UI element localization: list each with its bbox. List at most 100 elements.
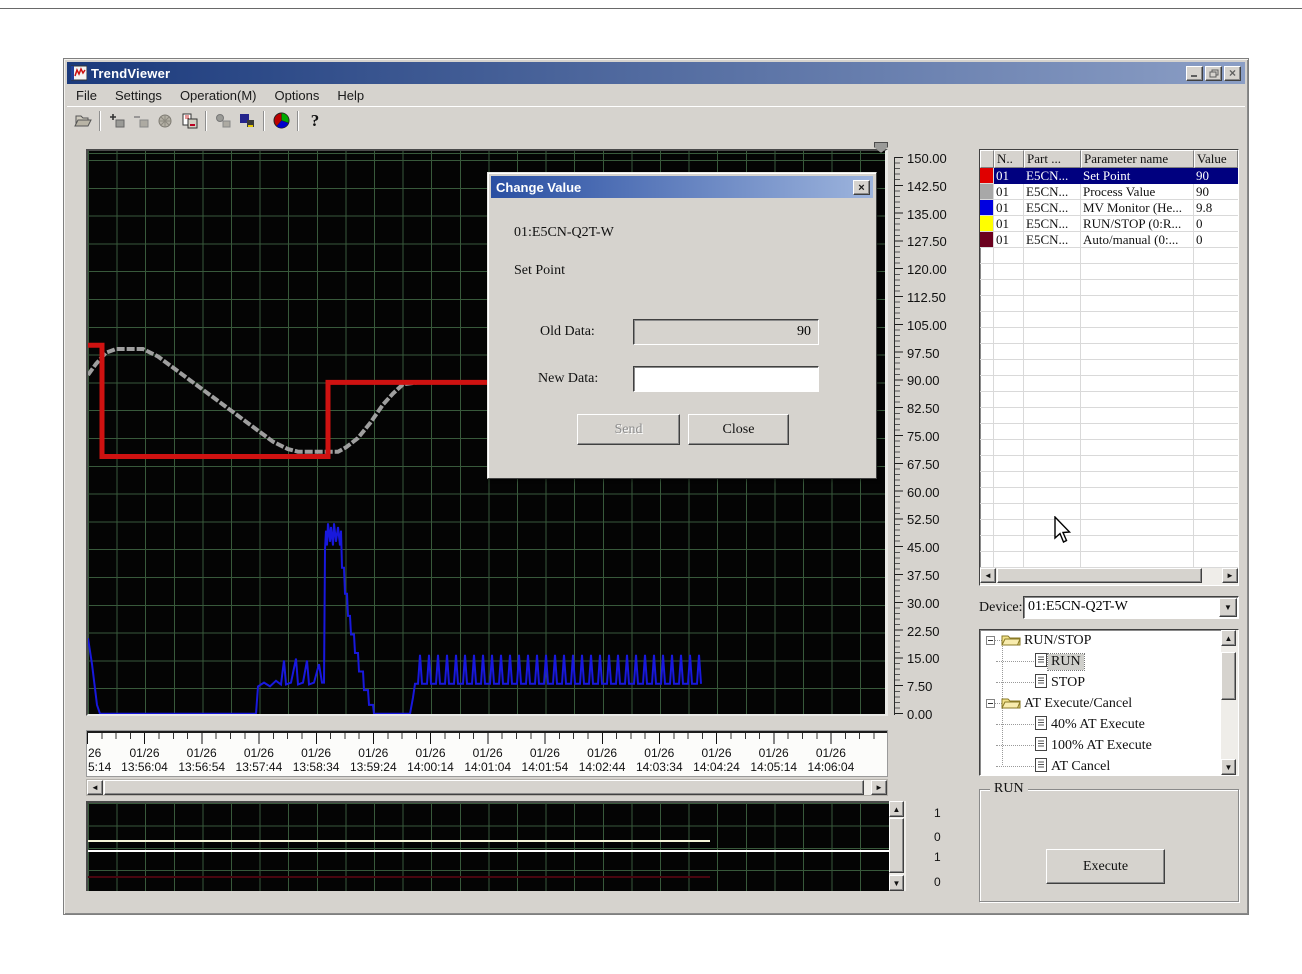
tree-item-stop[interactable]: STOP <box>980 672 1238 693</box>
time-axis-label: 01/2614:00:14 <box>401 746 461 774</box>
copy-data-icon[interactable] <box>177 110 201 132</box>
table-cell <box>1194 504 1238 520</box>
table-row[interactable] <box>980 360 1238 376</box>
close-button[interactable]: × <box>1224 66 1241 81</box>
table-cell <box>994 328 1024 344</box>
table-row[interactable] <box>980 536 1238 552</box>
scroll-right-arrow[interactable]: ► <box>871 780 887 795</box>
table-cell <box>1194 296 1238 312</box>
point-display-icon[interactable] <box>211 110 235 132</box>
table-row[interactable] <box>980 472 1238 488</box>
dialog-close-icon[interactable]: × <box>853 180 870 195</box>
table-row[interactable] <box>980 312 1238 328</box>
table-row[interactable] <box>980 424 1238 440</box>
scroll-thumb[interactable] <box>997 568 1202 583</box>
tree-item-run-stop[interactable]: RUN/STOP <box>980 630 1238 651</box>
table-row[interactable] <box>980 440 1238 456</box>
table-row[interactable] <box>980 456 1238 472</box>
tree-item-100-at-execute[interactable]: 100% AT Execute <box>980 735 1238 756</box>
scroll-right-arrow[interactable]: ► <box>1222 568 1238 583</box>
tree-item-run[interactable]: RUN <box>980 651 1238 672</box>
table-row[interactable] <box>980 344 1238 360</box>
series-color-swatch <box>980 280 994 296</box>
tree-item-at-cancel[interactable]: AT Cancel <box>980 756 1238 776</box>
table-cell <box>1081 488 1194 504</box>
open-file-icon[interactable] <box>71 110 95 132</box>
series-color-swatch <box>980 392 994 408</box>
table-row[interactable] <box>980 520 1238 536</box>
table-cell <box>1081 280 1194 296</box>
table-cell <box>994 488 1024 504</box>
table-row[interactable] <box>980 392 1238 408</box>
title-bar[interactable]: TrendViewer × <box>67 62 1245 84</box>
table-header-row[interactable]: N..Part ...Parameter nameValue <box>980 150 1238 168</box>
table-row[interactable]: 01E5CN...Auto/manual (0:...0 <box>980 232 1238 248</box>
table-cell: E5CN... <box>1024 232 1081 248</box>
column-header-n-[interactable]: N.. <box>994 150 1024 168</box>
tree-expand-icon[interactable] <box>986 699 995 708</box>
new-data-input[interactable] <box>633 366 819 392</box>
table-row[interactable] <box>980 376 1238 392</box>
scroll-up-arrow[interactable]: ▲ <box>889 801 904 817</box>
table-cell <box>994 424 1024 440</box>
series-color-swatch <box>980 296 994 312</box>
menu-item-settings[interactable]: Settings <box>106 86 171 105</box>
menu-item-options[interactable]: Options <box>266 86 329 105</box>
scroll-thumb[interactable] <box>889 818 904 873</box>
time-axis-label: 01/2614:03:34 <box>629 746 689 774</box>
tree-item-40-at-execute[interactable]: 40% AT Execute <box>980 714 1238 735</box>
device-combobox[interactable]: 01:E5CN-Q2T-W ▼ <box>1023 596 1239 619</box>
remove-trend-icon[interactable] <box>129 110 153 132</box>
menu-item-file[interactable]: File <box>67 86 106 105</box>
scroll-down-arrow[interactable]: ▼ <box>1221 759 1236 775</box>
mouse-cursor <box>1053 516 1073 544</box>
column-header-value[interactable]: Value <box>1194 150 1238 168</box>
table-cell <box>1081 472 1194 488</box>
add-trend-icon[interactable] <box>105 110 129 132</box>
dialog-title-bar[interactable]: Change Value <box>491 176 873 198</box>
column-header-parameter-name[interactable]: Parameter name <box>1081 150 1194 168</box>
time-scrollbar[interactable]: ◄ ► <box>86 779 888 796</box>
column-header-part-[interactable]: Part ... <box>1024 150 1081 168</box>
help-icon[interactable]: ? <box>303 110 327 132</box>
y-axis-label: 82.50 <box>907 401 940 416</box>
table-row[interactable] <box>980 280 1238 296</box>
table-cell <box>994 408 1024 424</box>
minimize-button[interactable] <box>1186 66 1203 81</box>
table-row[interactable] <box>980 408 1238 424</box>
menu-item-operationm[interactable]: Operation(M) <box>171 86 266 105</box>
close-button[interactable]: Close <box>688 414 789 445</box>
column-header-swatch[interactable] <box>980 150 994 168</box>
restore-button[interactable] <box>1205 66 1222 81</box>
table-scrollbar[interactable]: ◄ ► <box>980 568 1238 585</box>
scroll-up-arrow[interactable]: ▲ <box>1221 630 1236 646</box>
table-row[interactable] <box>980 488 1238 504</box>
menu-item-help[interactable]: Help <box>328 86 373 105</box>
send-button[interactable]: Send <box>577 414 680 445</box>
table-row[interactable]: 01E5CN...MV Monitor (He...9.8 <box>980 200 1238 216</box>
table-row[interactable] <box>980 504 1238 520</box>
pie-graph-icon[interactable] <box>269 110 293 132</box>
scroll-thumb[interactable] <box>104 780 864 795</box>
combobox-dropdown-arrow[interactable]: ▼ <box>1219 598 1237 617</box>
table-row[interactable] <box>980 328 1238 344</box>
execute-button[interactable]: Execute <box>1046 849 1165 884</box>
overlap-display-icon[interactable] <box>235 110 259 132</box>
table-row[interactable]: 01E5CN...Process Value90 <box>980 184 1238 200</box>
scroll-thumb[interactable] <box>1221 652 1236 700</box>
digital-chart-scrollbar[interactable]: ▲ ▼ <box>889 801 906 891</box>
tree-scrollbar[interactable]: ▲ ▼ <box>1221 630 1238 775</box>
scroll-left-arrow[interactable]: ◄ <box>980 568 996 583</box>
table-row[interactable] <box>980 552 1238 568</box>
table-row[interactable]: 01E5CN...Set Point90 <box>980 168 1238 184</box>
table-row[interactable]: 01E5CN...RUN/STOP (0:R...0 <box>980 216 1238 232</box>
table-cell <box>1081 360 1194 376</box>
table-row[interactable] <box>980 248 1238 264</box>
tree-expand-icon[interactable] <box>986 636 995 645</box>
scroll-left-arrow[interactable]: ◄ <box>87 780 103 795</box>
table-row[interactable] <box>980 296 1238 312</box>
table-row[interactable] <box>980 264 1238 280</box>
tree-item-at-execute-cancel[interactable]: AT Execute/Cancel <box>980 693 1238 714</box>
scroll-down-arrow[interactable]: ▼ <box>889 875 904 891</box>
comm-settings-icon[interactable] <box>153 110 177 132</box>
